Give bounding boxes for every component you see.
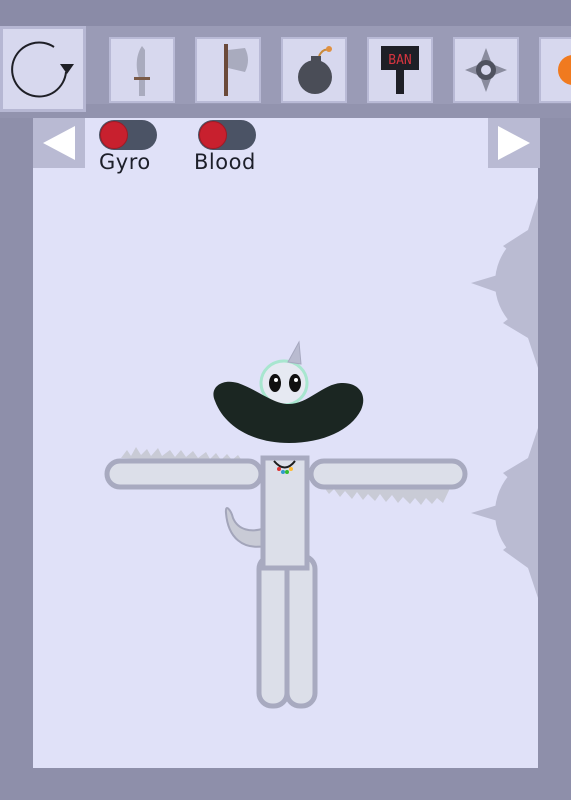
ragdoll-head[interactable] [259,340,309,407]
spike-ball-lower[interactable] [471,428,538,598]
knife-tool-button[interactable] [109,37,175,103]
spike-ball-upper[interactable] [471,198,538,368]
play-area[interactable] [33,118,538,768]
ban-hammer-tool-button[interactable]: BAN [367,37,433,103]
gyro-toggle-knob [100,121,128,149]
ragdoll-right-leg[interactable] [284,553,318,709]
right-frame [538,118,571,800]
ban-sign-icon: BAN [381,46,419,94]
reset-tool-button[interactable] [0,26,86,112]
toolbar-top-strip [0,0,571,26]
weapon-toolbar: BAN [0,0,571,118]
shuriken-icon [465,48,507,92]
bomb-icon [298,46,332,94]
gyro-label: Gyro [99,150,151,174]
axe-icon [224,44,248,96]
ragdoll-tail[interactable] [224,507,266,548]
blood-toggle[interactable] [198,120,256,150]
left-frame [0,118,33,800]
ragdoll-right-arm[interactable] [308,458,468,505]
orange-orb-icon [558,55,571,85]
bottom-frame [0,768,571,800]
previous-arrow-button[interactable] [33,118,85,168]
ragdoll-torso[interactable] [260,455,310,571]
chevron-right-icon [498,126,530,160]
svg-text:BAN: BAN [388,53,411,68]
ragdoll-left-leg[interactable] [256,553,290,709]
axe-tool-button[interactable] [195,37,261,103]
gyro-toggle-group: Gyro [99,120,157,174]
ragdoll-left-arm[interactable] [104,447,264,490]
shuriken-tool-button[interactable] [453,37,519,103]
bomb-tool-button[interactable] [281,37,347,103]
blood-toggle-group: Blood [194,120,256,174]
blood-toggle-knob [199,121,227,149]
gyro-toggle[interactable] [99,120,157,150]
next-arrow-button[interactable] [488,118,540,168]
rotate-arrow-icon [11,41,74,98]
chevron-left-icon [43,126,75,160]
blood-label: Blood [194,150,256,174]
knife-icon [134,46,150,96]
scene [104,198,538,709]
orb-tool-button[interactable] [539,37,571,103]
